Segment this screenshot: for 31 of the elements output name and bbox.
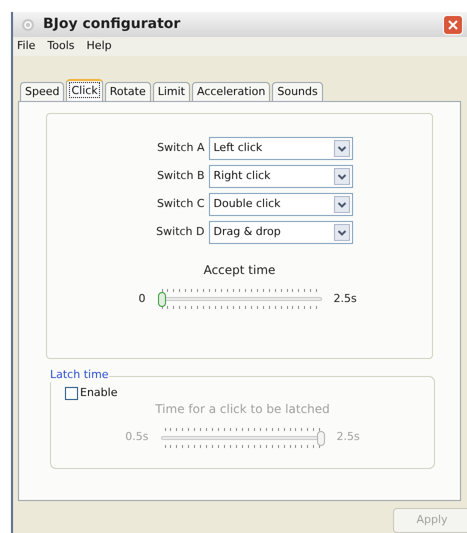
dropdown[interactable]: Right click xyxy=(208,165,352,188)
close-icon xyxy=(448,20,458,30)
slider-thumb[interactable] xyxy=(158,292,166,307)
close-button[interactable] xyxy=(443,14,463,34)
checkbox-label: Enable xyxy=(80,385,118,401)
dropdown[interactable]: Drag & drop xyxy=(208,221,352,244)
tab[interactable]: Rotate xyxy=(104,82,151,101)
tab[interactable]: Speed xyxy=(20,82,64,101)
menu-item[interactable]: Tools xyxy=(47,38,75,55)
switch-label: Switch B xyxy=(156,168,204,184)
window-title: BJoy configurator xyxy=(43,15,182,34)
slider-title: Accept time xyxy=(204,262,276,279)
menu-item[interactable]: File xyxy=(17,38,36,55)
tab[interactable]: Acceleration xyxy=(192,82,270,101)
app-icon xyxy=(21,18,35,32)
switch-label: Switch C xyxy=(156,196,204,212)
switch-label: Switch A xyxy=(156,140,204,156)
tab[interactable]: Limit xyxy=(152,82,190,101)
switch-label: Switch D xyxy=(155,224,204,240)
slider-max-label: 2.5s xyxy=(336,429,361,446)
checkbox[interactable] xyxy=(65,386,78,400)
slider-min-label: 0 xyxy=(138,290,146,307)
slider-min-label: 0.5s xyxy=(124,429,148,446)
tab[interactable]: Click xyxy=(66,79,103,101)
tab[interactable]: Sounds xyxy=(272,82,323,101)
group-title: Latch time xyxy=(50,368,109,382)
slider-title: Time for a click to be latched xyxy=(155,400,330,418)
menu-item[interactable]: Help xyxy=(86,38,112,55)
dropdown[interactable]: Left click xyxy=(208,137,352,160)
slider-max-label: 2.5s xyxy=(334,290,358,307)
dropdown[interactable]: Double click xyxy=(208,193,352,216)
